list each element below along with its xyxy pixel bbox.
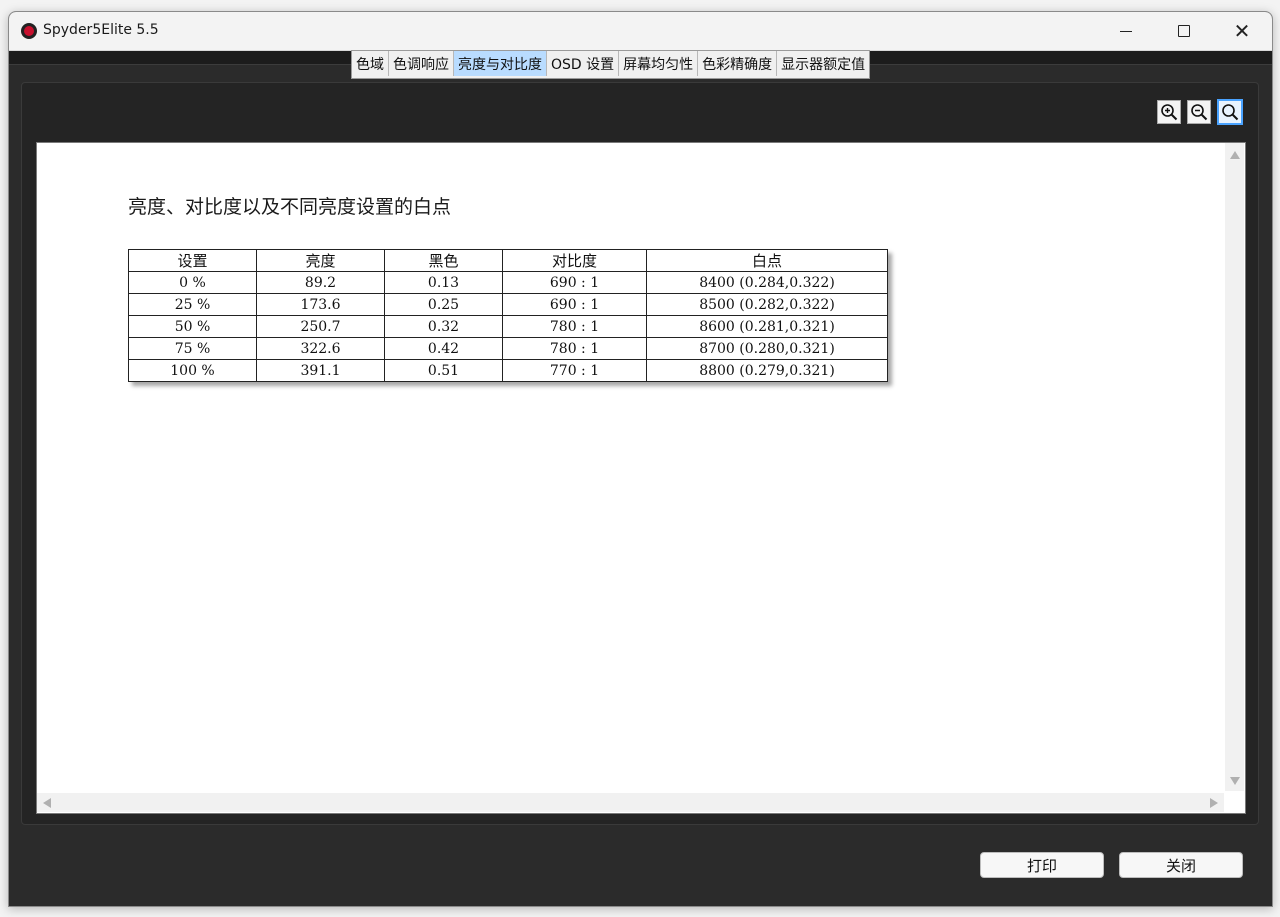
horizontal-scrollbar[interactable] (37, 793, 1224, 812)
column-header-setting: 设置 (128, 249, 257, 272)
tab-screen-uniformity[interactable]: 屏幕均匀性 (619, 51, 699, 76)
cell-contrast: 690 : 1 (502, 293, 647, 316)
table-row: 0 % 89.2 0.13 690 : 1 8400 (0.284,0.322) (128, 271, 888, 294)
cell-contrast: 780 : 1 (502, 337, 647, 360)
close-window-button[interactable]: ✕ (1213, 12, 1271, 50)
table-row: 100 % 391.1 0.51 770 : 1 8800 (0.279,0.3… (128, 359, 888, 382)
cell-white-point: 8400 (0.284,0.322) (646, 271, 888, 294)
table-row: 75 % 322.6 0.42 780 : 1 8700 (0.280,0.32… (128, 337, 888, 360)
cell-brightness: 173.6 (256, 293, 385, 316)
cell-setting: 0 % (128, 271, 257, 294)
scroll-up-icon[interactable] (1230, 151, 1240, 159)
cell-brightness: 391.1 (256, 359, 385, 382)
report-title: 亮度、对比度以及不同亮度设置的白点 (128, 196, 452, 218)
scrollbar-corner (1225, 793, 1244, 812)
cell-black: 0.25 (384, 293, 503, 316)
cell-white-point: 8800 (0.279,0.321) (646, 359, 888, 382)
zoom-out-button[interactable] (1187, 100, 1211, 124)
cell-contrast: 780 : 1 (502, 315, 647, 338)
cell-brightness: 89.2 (256, 271, 385, 294)
scroll-right-icon[interactable] (1210, 798, 1218, 808)
zoom-in-button[interactable] (1157, 100, 1181, 124)
vertical-scrollbar[interactable] (1225, 143, 1244, 791)
column-header-black: 黑色 (384, 249, 503, 272)
tab-display-rating[interactable]: 显示器额定值 (777, 51, 870, 76)
brightness-contrast-table: 设置 亮度 黑色 对比度 白点 0 % 89.2 0.13 690 : 1 84… (128, 249, 888, 382)
cell-brightness: 322.6 (256, 337, 385, 360)
tab-color-accuracy[interactable]: 色彩精确度 (698, 51, 778, 76)
column-header-brightness: 亮度 (256, 249, 385, 272)
cell-black: 0.32 (384, 315, 503, 338)
table-row: 25 % 173.6 0.25 690 : 1 8500 (0.282,0.32… (128, 293, 888, 316)
table-header-row: 设置 亮度 黑色 对比度 白点 (128, 249, 888, 272)
column-header-contrast: 对比度 (502, 249, 647, 272)
minimize-icon (1120, 30, 1132, 32)
maximize-button[interactable] (1155, 12, 1213, 50)
cell-contrast: 770 : 1 (502, 359, 647, 382)
report-tabs: 色域 色调响应 亮度与对比度 OSD 设置 屏幕均匀性 色彩精确度 显示器额定值 (351, 50, 871, 79)
print-button[interactable]: 打印 (980, 852, 1104, 878)
cell-brightness: 250.7 (256, 315, 385, 338)
cell-setting: 50 % (128, 315, 257, 338)
table-row: 50 % 250.7 0.32 780 : 1 8600 (0.281,0.32… (128, 315, 888, 338)
cell-white-point: 8500 (0.282,0.322) (646, 293, 888, 316)
zoom-out-icon (1191, 104, 1208, 121)
cell-contrast: 690 : 1 (502, 271, 647, 294)
report-panel: 亮度、对比度以及不同亮度设置的白点 设置 亮度 黑色 对比度 白点 0 % 89… (21, 82, 1259, 825)
cell-setting: 100 % (128, 359, 257, 382)
scroll-down-icon[interactable] (1230, 777, 1240, 785)
close-button[interactable]: 关闭 (1119, 852, 1243, 878)
zoom-fit-icon (1222, 104, 1239, 121)
cell-white-point: 8700 (0.280,0.321) (646, 337, 888, 360)
tab-gamut[interactable]: 色域 (352, 51, 389, 76)
tab-tone-response[interactable]: 色调响应 (389, 51, 454, 76)
cell-black: 0.42 (384, 337, 503, 360)
close-icon: ✕ (1233, 19, 1251, 43)
cell-black: 0.13 (384, 271, 503, 294)
zoom-fit-button[interactable] (1217, 99, 1243, 125)
spyder-logo-icon (21, 23, 37, 39)
cell-black: 0.51 (384, 359, 503, 382)
maximize-icon (1178, 25, 1190, 37)
report-viewer: 亮度、对比度以及不同亮度设置的白点 设置 亮度 黑色 对比度 白点 0 % 89… (36, 142, 1246, 814)
scroll-left-icon[interactable] (43, 798, 51, 808)
cell-white-point: 8600 (0.281,0.321) (646, 315, 888, 338)
window-title: Spyder5Elite 5.5 (43, 22, 159, 38)
minimize-button[interactable] (1097, 12, 1155, 50)
tab-osd-settings[interactable]: OSD 设置 (547, 51, 620, 76)
cell-setting: 75 % (128, 337, 257, 360)
cell-setting: 25 % (128, 293, 257, 316)
title-bar: Spyder5Elite 5.5 ✕ (9, 12, 1272, 51)
tab-brightness-contrast[interactable]: 亮度与对比度 (454, 51, 547, 76)
column-header-white-point: 白点 (646, 249, 888, 272)
zoom-in-icon (1161, 104, 1178, 121)
app-window: Spyder5Elite 5.5 ✕ 色域 色调响应 亮度与对比度 OSD 设置… (8, 11, 1273, 907)
